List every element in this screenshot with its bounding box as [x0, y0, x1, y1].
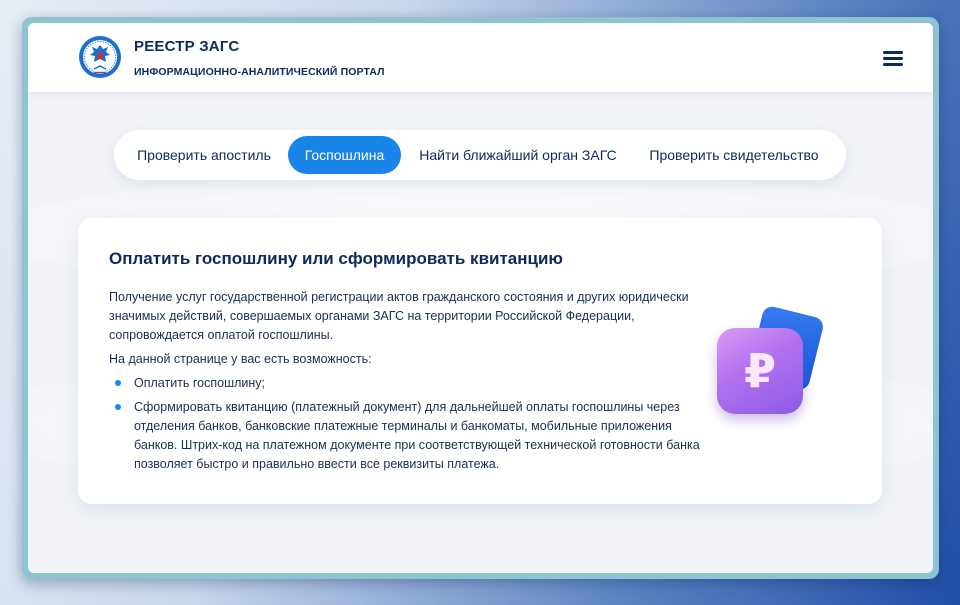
- ruble-illustration: ₽: [711, 303, 836, 418]
- tab-check-certificate[interactable]: Проверить свидетельство: [634, 136, 834, 174]
- ruble-symbol: ₽: [743, 344, 776, 398]
- card-body: Получение услуг государственной регистра…: [109, 288, 709, 479]
- tab-bar: Проверить апостиль Госпошлина Найти ближ…: [114, 130, 846, 180]
- options-list: Оплатить госпошлину; Сформировать квитан…: [109, 374, 709, 474]
- possibility-paragraph: На данной странице у вас есть возможност…: [109, 352, 372, 366]
- list-item: Сформировать квитанцию (платежный докуме…: [109, 398, 709, 474]
- fee-info-card: Оплатить госпошлину или сформировать кви…: [78, 218, 882, 504]
- menu-line: [883, 63, 903, 66]
- brand-subtitle: ИНФОРМАЦИОННО-АНАЛИТИЧЕСКИЙ ПОРТАЛ: [134, 66, 385, 78]
- site-header: РЕЕСТР ЗАГС ИНФОРМАЦИОННО-АНАЛИТИЧЕСКИЙ …: [28, 23, 933, 92]
- intro-paragraph: Получение услуг государственной регистра…: [109, 290, 689, 342]
- coat-of-arms-emblem[interactable]: [78, 35, 122, 79]
- list-item: Оплатить госпошлину;: [109, 374, 709, 393]
- brand-title: РЕЕСТР ЗАГС: [134, 38, 240, 55]
- menu-line: [883, 51, 903, 54]
- hamburger-menu-icon[interactable]: [883, 47, 905, 67]
- card-title: Оплатить госпошлину или сформировать кви…: [109, 249, 563, 268]
- tab-find-registry-office[interactable]: Найти ближайший орган ЗАГС: [408, 136, 628, 174]
- tab-check-apostille[interactable]: Проверить апостиль: [122, 136, 286, 174]
- menu-line: [883, 57, 903, 60]
- browser-window: РЕЕСТР ЗАГС ИНФОРМАЦИОННО-АНАЛИТИЧЕСКИЙ …: [22, 17, 939, 579]
- page: РЕЕСТР ЗАГС ИНФОРМАЦИОННО-АНАЛИТИЧЕСКИЙ …: [28, 23, 933, 573]
- tab-state-fee[interactable]: Госпошлина: [288, 136, 401, 174]
